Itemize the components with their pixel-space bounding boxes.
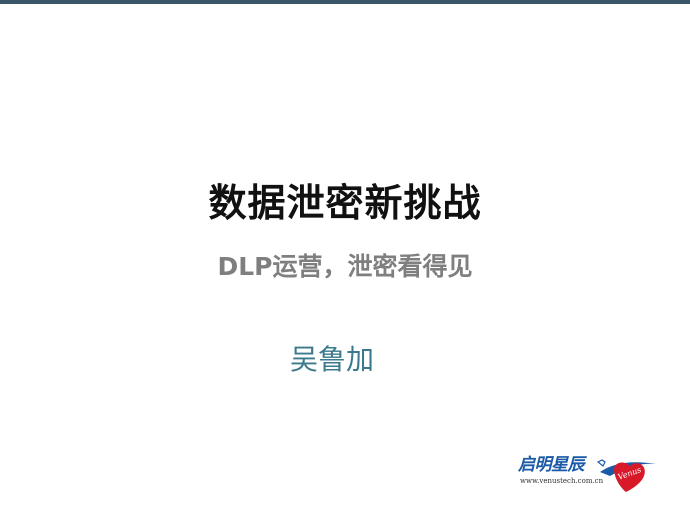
top-accent-bar [0, 0, 690, 4]
slide: 数据泄密新挑战 DLP运营，泄密看得见 吴鲁加 启明星辰 www.venuste… [0, 0, 690, 518]
logo-text: 启明星辰 www.venustech.com.cn [518, 454, 604, 490]
logo-company-name: 启明星辰 [518, 455, 585, 475]
venus-logo-icon: Venus [596, 459, 656, 492]
slide-title: 数据泄密新挑战 [208, 181, 482, 225]
logo-star-icon [596, 459, 606, 467]
logo-url: www.venustech.com.cn [520, 477, 604, 485]
presenter-name: 吴鲁加 [290, 343, 375, 376]
slide-subtitle: DLP运营，泄密看得见 [217, 252, 473, 281]
company-logo: 启明星辰 www.venustech.com.cn Venus [518, 450, 658, 494]
